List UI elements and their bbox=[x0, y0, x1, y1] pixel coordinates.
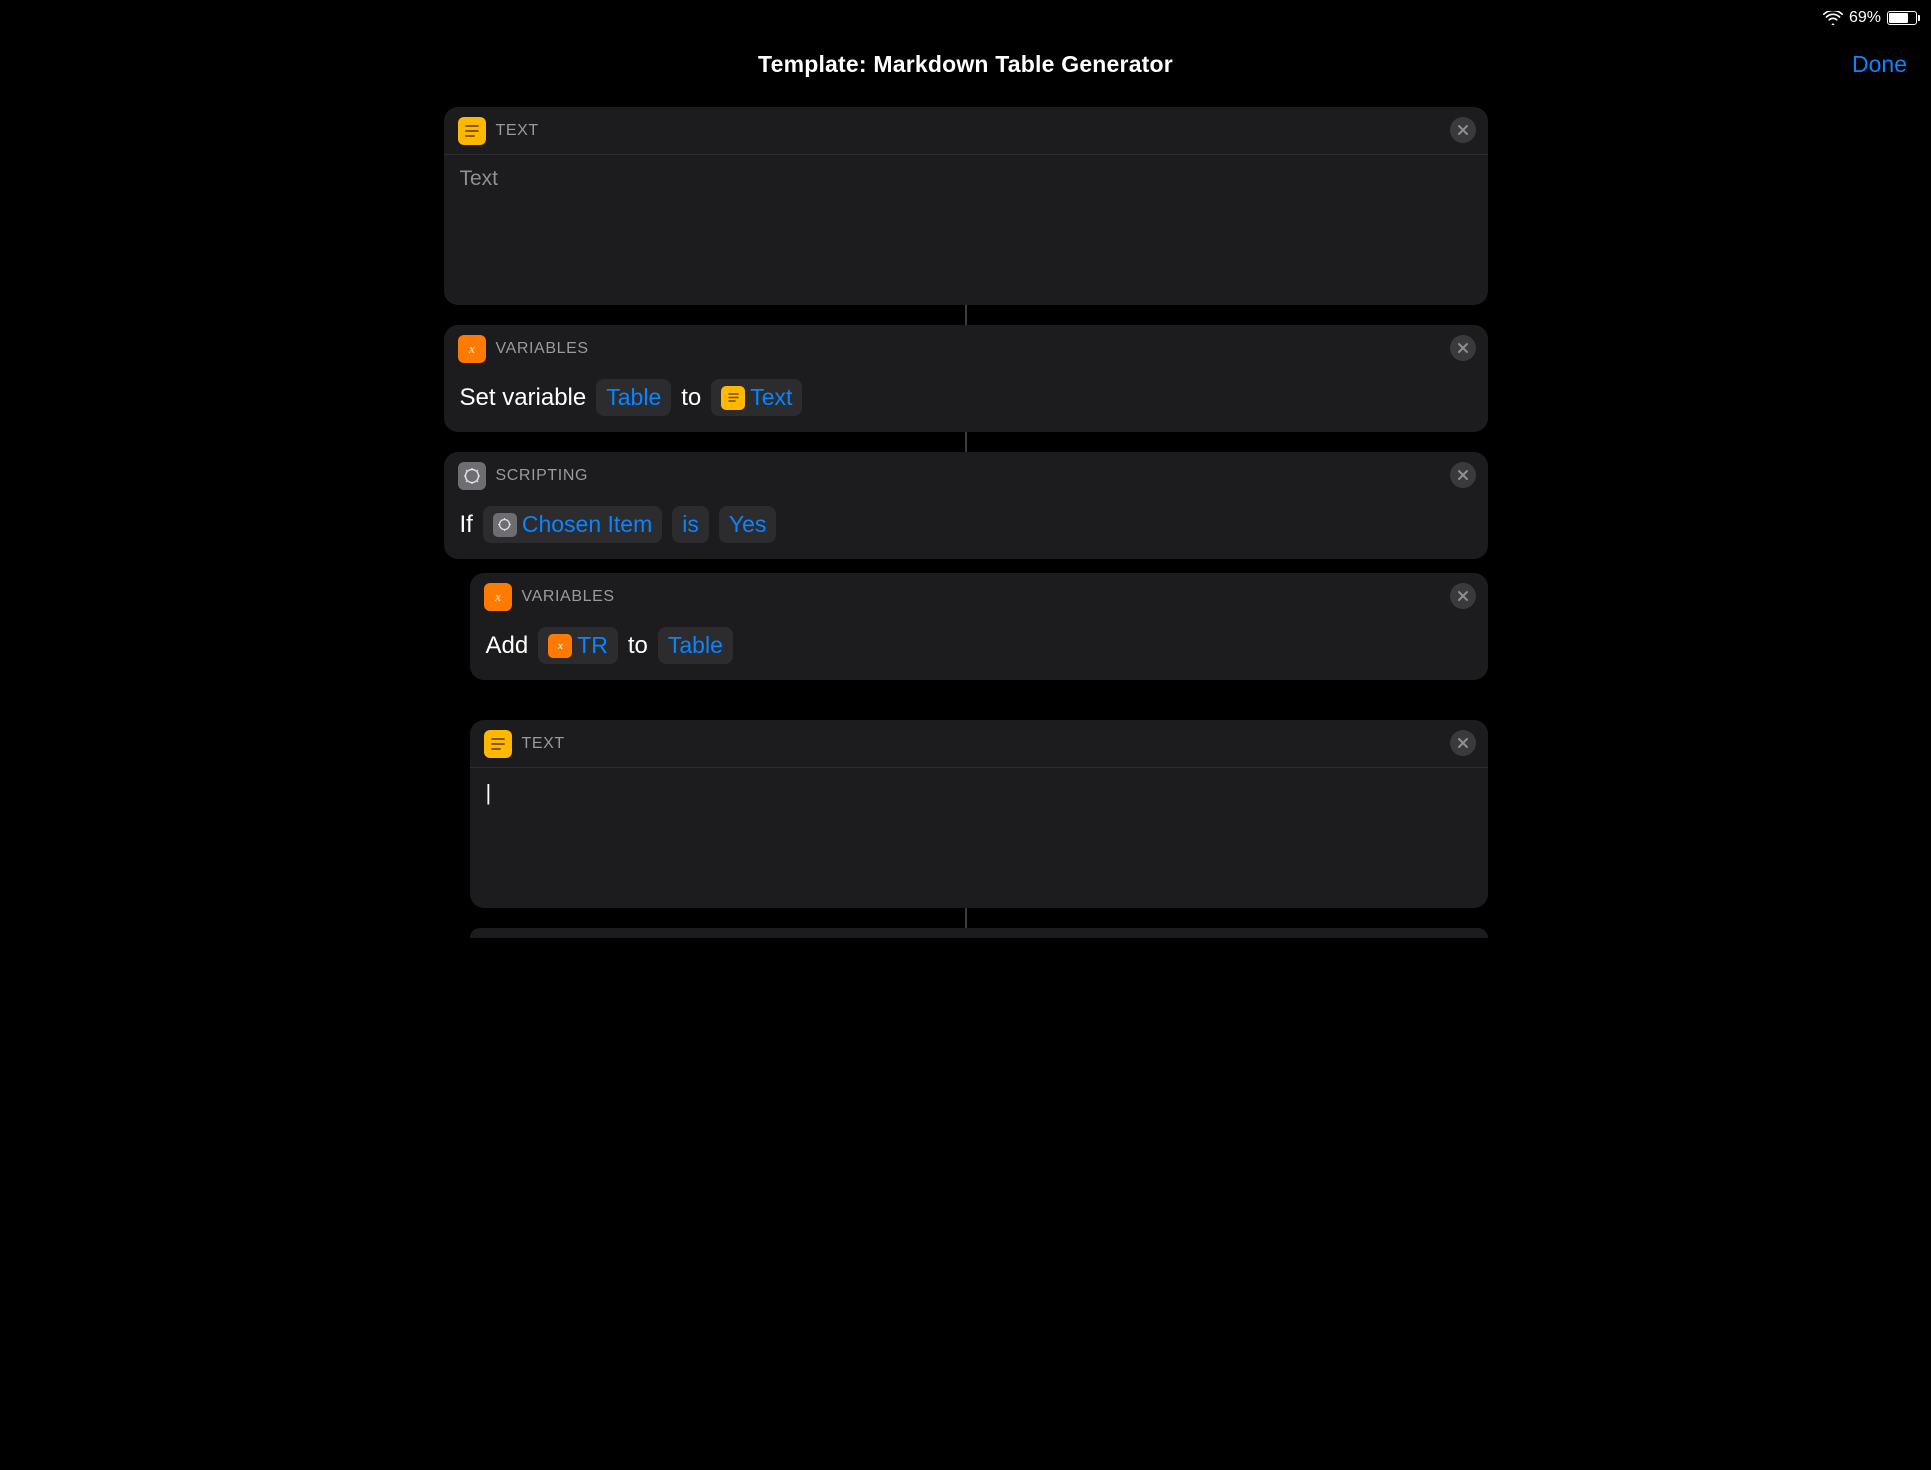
action-body: Set variable Table to Text bbox=[444, 373, 1488, 432]
action-verb: Set variable bbox=[460, 384, 587, 412]
variable-icon: x bbox=[548, 634, 572, 658]
scripting-icon bbox=[493, 513, 517, 537]
action-body: Add x TR to Table bbox=[470, 621, 1488, 680]
variable-value-token[interactable]: Text bbox=[711, 379, 802, 416]
text-content: | bbox=[486, 780, 492, 805]
close-icon[interactable] bbox=[1450, 462, 1476, 488]
action-if[interactable]: SCRIPTING If Chosen Item is Yes bbox=[444, 452, 1488, 559]
if-keyword: If bbox=[460, 511, 473, 539]
page-title: Template: Markdown Table Generator bbox=[758, 51, 1173, 78]
close-icon[interactable] bbox=[1450, 117, 1476, 143]
text-input[interactable]: | bbox=[470, 768, 1488, 908]
connector-line bbox=[965, 305, 967, 325]
text-icon bbox=[721, 386, 745, 410]
variable-icon: x bbox=[458, 335, 486, 363]
card-category: VARIABLES bbox=[522, 588, 615, 606]
if-value-token[interactable]: Yes bbox=[719, 506, 777, 543]
action-text-1[interactable]: TEXT Text bbox=[444, 107, 1488, 305]
placeholder-text: Text bbox=[460, 167, 499, 190]
card-header: TEXT bbox=[444, 107, 1488, 155]
scripting-icon bbox=[458, 462, 486, 490]
text-icon bbox=[458, 117, 486, 145]
action-set-variable[interactable]: x VARIABLES Set variable Table to Text bbox=[444, 325, 1488, 432]
close-icon[interactable] bbox=[1450, 335, 1476, 361]
done-button[interactable]: Done bbox=[1852, 51, 1907, 78]
action-word-to: to bbox=[681, 384, 701, 412]
action-verb: Add bbox=[486, 632, 529, 660]
card-header: x VARIABLES bbox=[444, 325, 1488, 373]
text-icon bbox=[484, 730, 512, 758]
card-header: TEXT bbox=[470, 720, 1488, 768]
card-category: SCRIPTING bbox=[496, 467, 589, 485]
text-input[interactable]: Text bbox=[444, 155, 1488, 305]
card-category: TEXT bbox=[496, 122, 539, 140]
variable-icon: x bbox=[484, 583, 512, 611]
svg-text:x: x bbox=[494, 589, 501, 604]
card-category: TEXT bbox=[522, 735, 565, 753]
action-add-to-variable[interactable]: x VARIABLES Add x TR to Table bbox=[470, 573, 1488, 680]
svg-text:x: x bbox=[468, 341, 475, 356]
card-header: SCRIPTING bbox=[444, 452, 1488, 500]
variable-name-token[interactable]: Table bbox=[596, 379, 671, 416]
close-icon[interactable] bbox=[1450, 583, 1476, 609]
action-editor: TEXT Text x VARIABLES Set bbox=[0, 98, 1931, 1470]
close-icon[interactable] bbox=[1450, 730, 1476, 756]
if-condition-token[interactable]: is bbox=[672, 506, 709, 543]
add-target-token[interactable]: Table bbox=[658, 627, 733, 664]
connector-line bbox=[965, 432, 967, 452]
modal-header: Template: Markdown Table Generator Done bbox=[0, 0, 1931, 98]
connector-line bbox=[965, 908, 967, 928]
if-input-token[interactable]: Chosen Item bbox=[483, 506, 662, 543]
card-header: x VARIABLES bbox=[470, 573, 1488, 621]
action-next-partial[interactable] bbox=[470, 928, 1488, 938]
svg-text:x: x bbox=[557, 640, 563, 652]
add-value-token[interactable]: x TR bbox=[538, 627, 618, 664]
action-word-to: to bbox=[628, 632, 648, 660]
card-category: VARIABLES bbox=[496, 340, 589, 358]
action-text-2[interactable]: TEXT | bbox=[470, 720, 1488, 908]
action-body: If Chosen Item is Yes bbox=[444, 500, 1488, 559]
